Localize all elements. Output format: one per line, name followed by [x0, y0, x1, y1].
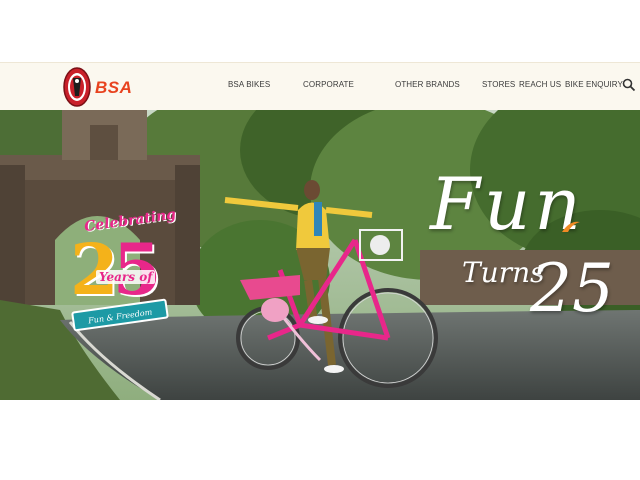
- top-navbar: BSA BSA BIKES CORPORATE OTHER BRANDS STO…: [0, 62, 640, 110]
- page-bottom-blank: [0, 400, 640, 480]
- nav-stores[interactable]: STORES: [482, 80, 515, 89]
- years-of-text: Years of: [96, 270, 156, 284]
- bsa-emblem-icon: [63, 67, 91, 107]
- nav-bike-enquiry[interactable]: BIKE ENQUIRY: [565, 80, 623, 89]
- nav-reach-us[interactable]: REACH US: [519, 80, 561, 89]
- orange-flourish-icon: [562, 221, 580, 232]
- turns-25-number: 25: [530, 250, 614, 327]
- search-icon[interactable]: [622, 78, 636, 92]
- top-blank-area: [0, 0, 640, 62]
- hero-banner[interactable]: Celebrating 25 Years of Fun & Freedom Fu…: [0, 110, 640, 400]
- brand-name: BSA: [95, 78, 133, 97]
- nav-corporate[interactable]: CORPORATE: [303, 80, 354, 89]
- nav-other-brands[interactable]: OTHER BRANDS: [395, 80, 460, 89]
- nav-bsa-bikes[interactable]: BSA BIKES: [228, 80, 270, 89]
- bsa-logo[interactable]: BSA: [62, 66, 162, 108]
